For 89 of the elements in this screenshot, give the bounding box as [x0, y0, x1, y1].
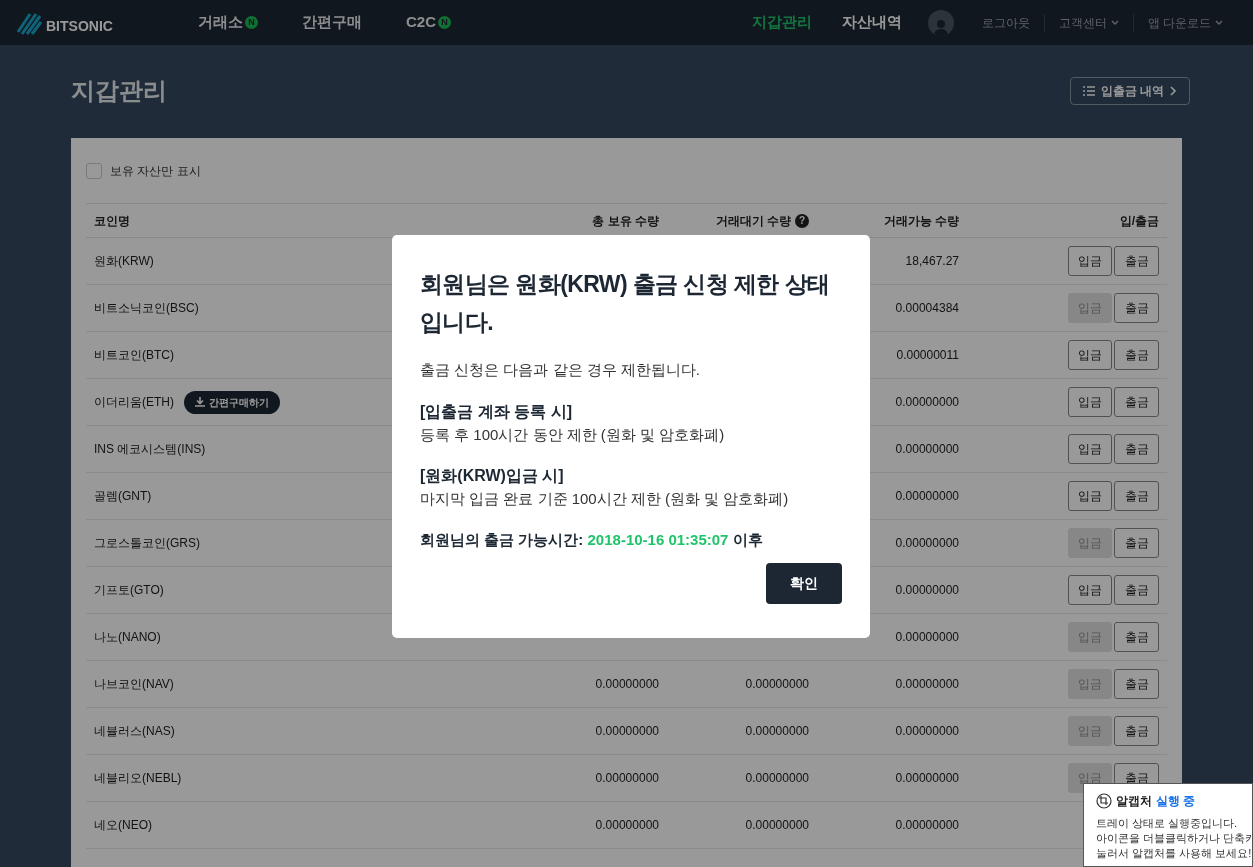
notification-text: 아이콘을 더블클릭하거나 단축키 [1096, 831, 1252, 846]
dialog-title: 회원님은 원화(KRW) 출금 신청 제한 상태입니다. [420, 270, 831, 337]
quick-buy-button[interactable]: 간편구매하기 [184, 390, 280, 414]
withdraw-button[interactable]: 출금 [1114, 669, 1159, 699]
amount-cell: 0.00000000 [745, 677, 809, 691]
amount-cell: 18,467.27 [905, 254, 959, 268]
deposit-button[interactable]: 입금 [1068, 481, 1112, 511]
nav-link[interactable]: 간편구매 [302, 11, 362, 34]
coin-name: 기프토(GTO) [94, 582, 164, 599]
app-name: 알캡처 [1116, 793, 1152, 810]
amount-cell: 0.00000000 [895, 489, 959, 503]
coin-name: 네오(NEO) [94, 817, 152, 834]
coin-name: 그로스톨코인(GRS) [94, 535, 200, 552]
column-header: 입/출금 [1119, 212, 1159, 230]
deposit-button[interactable]: 입금 [1068, 387, 1112, 417]
withdraw-button[interactable]: 출금 [1114, 434, 1159, 464]
amount-cell: 0.00000000 [895, 442, 959, 456]
deposit-button[interactable]: 입금 [1068, 575, 1112, 605]
download-icon [195, 397, 205, 407]
amount-cell: 0.00000000 [895, 818, 959, 832]
nav-link[interactable]: 자산내역 [841, 11, 902, 34]
crop-icon [1096, 793, 1112, 809]
column-header: 총 보유 수량 [592, 212, 659, 230]
amount-cell: 0.00000011 [896, 348, 959, 362]
amount-cell: 0.00000000 [895, 583, 959, 597]
amount-cell: 0.00000000 [895, 724, 959, 738]
withdraw-button[interactable]: 출금 [1114, 622, 1159, 652]
amount-cell: 0.00000000 [745, 771, 809, 785]
history-button[interactable]: 입출금 내역 [1069, 77, 1190, 105]
section-text: 마지막 입금 완료 기준 100시간 제한 (원화 및 암호화폐) [420, 489, 790, 509]
section-heading: [입출금 계좌 등록 시] [420, 401, 573, 422]
help-icon[interactable]: ? [795, 213, 809, 228]
withdraw-button[interactable]: 출금 [1114, 387, 1159, 417]
list-icon [1082, 86, 1095, 96]
amount-cell: 0.00000000 [895, 771, 959, 785]
column-header: 거래가능 수량 [883, 212, 959, 230]
coin-name: 비트소닉코인(BSC) [94, 300, 199, 317]
new-badge: N [245, 16, 258, 29]
deposit-button[interactable]: 입금 [1068, 434, 1112, 464]
checkbox[interactable] [86, 162, 102, 179]
avatar-icon[interactable] [927, 9, 954, 36]
available-time-text: 회원님의 출금 가능시간: 2018-10-16 01:35:07 이후 [420, 529, 764, 550]
withdraw-button[interactable]: 출금 [1114, 246, 1159, 276]
amount-cell: 0.00000000 [595, 677, 659, 691]
coin-name: 골렘(GNT) [94, 488, 152, 505]
withdraw-button[interactable]: 출금 [1114, 481, 1159, 511]
withdraw-button[interactable]: 출금 [1114, 340, 1159, 370]
caret-icon [1215, 19, 1223, 26]
page-title: 지갑관리 [71, 76, 167, 106]
nav-link[interactable]: 거래소 [198, 11, 243, 34]
withdraw-button[interactable]: 출금 [1114, 716, 1159, 746]
section-heading: [원화(KRW)입금 시] [420, 466, 565, 486]
coin-name: 이더리움(ETH) [94, 394, 174, 411]
withdraw-button[interactable]: 출금 [1114, 575, 1159, 605]
caret-icon [1110, 19, 1119, 26]
confirm-button[interactable]: 확인 [766, 563, 842, 604]
amount-cell: 0.00000000 [895, 536, 959, 550]
logo-text: BITSONIC [46, 17, 113, 36]
notification-text: 눌러서 알캡처를 사용해 보세요! [1096, 846, 1252, 861]
amount-cell: 0.00004384 [895, 301, 959, 315]
amount-cell: 0.00000000 [595, 818, 659, 832]
column-header: 거래대기 수량 [715, 212, 791, 230]
dialog-intro: 출금 신청은 다음과 같은 경우 제한됩니다. [420, 360, 701, 380]
notification-text: 트레이 상태로 실행중입니다. [1096, 816, 1239, 831]
coin-name: 네뷸러스(NAS) [94, 723, 175, 740]
column-header: 코인명 [94, 212, 130, 230]
nav-link[interactable]: C2C [406, 11, 436, 34]
section-text: 등록 후 100시간 동안 제한 (원화 및 암호화폐) [420, 424, 726, 445]
checkbox-label: 보유 자산만 표시 [110, 162, 201, 180]
coin-name: 나브코인(NAV) [94, 676, 174, 693]
amount-cell: 0.00000000 [745, 724, 809, 738]
new-badge: N [438, 16, 451, 29]
withdraw-button[interactable]: 출금 [1114, 528, 1159, 558]
coin-name: 네블리오(NEBL) [94, 770, 182, 787]
amount-cell: 0.00000000 [745, 818, 809, 832]
amount-cell: 0.00000000 [895, 395, 959, 409]
coin-name: INS 에코시스템(INS) [94, 441, 206, 458]
deposit-button[interactable]: 입금 [1068, 340, 1112, 370]
withdraw-button[interactable]: 출금 [1114, 293, 1159, 323]
coin-name: 원화(KRW) [94, 253, 154, 270]
coin-name: 비트코인(BTC) [94, 347, 174, 364]
amount-cell: 0.00000000 [895, 630, 959, 644]
coin-name: 나노(NANO) [94, 629, 161, 646]
chevron-icon [1170, 86, 1177, 96]
amount-cell: 0.00000000 [895, 677, 959, 691]
app-status: 실행 중 [1156, 793, 1196, 810]
deposit-button[interactable]: 입금 [1068, 246, 1112, 276]
amount-cell: 0.00000000 [595, 771, 659, 785]
amount-cell: 0.00000000 [595, 724, 659, 738]
